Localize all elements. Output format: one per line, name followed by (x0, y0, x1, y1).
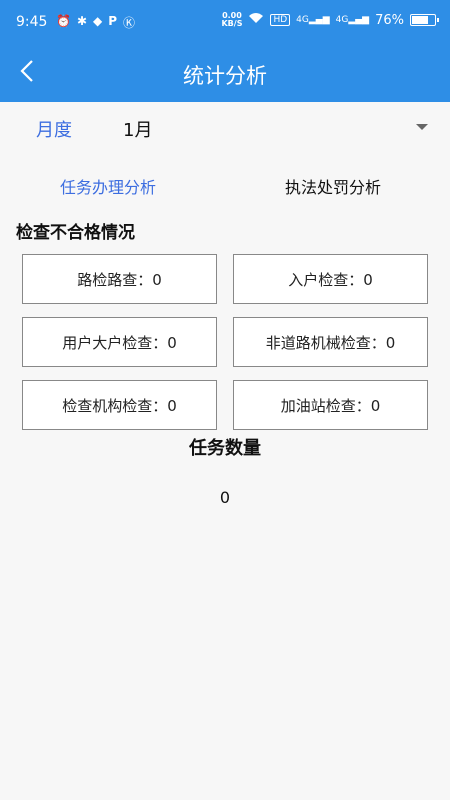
status-bar: 9:45 ⏰ ✱ ◆ P Ⓚ 0.00 KB/S HD 4G▂▄▆ 4G▂▄▆ … (0, 0, 450, 44)
inspection-section-title: 检查不合格情况 (16, 223, 135, 243)
alarm-icon: ⏰ (56, 14, 71, 28)
page-title: 统计分析 (183, 64, 267, 88)
month-selector[interactable]: 月度 1月 (0, 102, 450, 152)
month-value: 1月 (123, 120, 153, 141)
card-household-check: 入户检查：0 (233, 254, 428, 304)
card-inspection-agency-check: 检查机构检查：0 (22, 380, 217, 430)
network-speed: 0.00 KB/S (221, 11, 243, 28)
status-left-icons: ⏰ ✱ ◆ P Ⓚ (56, 14, 135, 31)
card-large-user-check: 用户大户检查：0 (22, 317, 217, 367)
analysis-tabs: 任务办理分析 执法处罚分析 (0, 168, 450, 202)
status-time: 9:45 (16, 14, 48, 30)
bluetooth-icon: ✱ (76, 14, 88, 28)
wifi-icon (248, 12, 264, 28)
tab-law-enforcement-analysis[interactable]: 执法处罚分析 (285, 174, 381, 198)
battery-icon (410, 14, 439, 26)
task-count-value: 0 (219, 488, 231, 507)
nav-bar: 统计分析 (0, 44, 450, 102)
battery-percent: 76% (375, 12, 404, 28)
shield-icon: ◆ (93, 14, 103, 28)
signal-icon-1: 4G▂▄▆ (296, 15, 330, 25)
signal-icon-2: 4G▂▄▆ (335, 15, 370, 25)
parking-app-icon: P (108, 14, 118, 28)
k-app-icon: Ⓚ (123, 16, 136, 30)
card-gas-station-check: 加油站检查：0 (233, 380, 428, 430)
hd-badge: HD (270, 14, 291, 26)
card-nonroad-machinery-check: 非道路机械检查：0 (233, 317, 428, 367)
card-road-check: 路检路查：0 (22, 254, 217, 304)
status-right-area: 0.00 KB/S HD 4G▂▄▆ 4G▂▄▆ 76% (221, 11, 439, 28)
dropdown-arrow-icon (416, 124, 428, 130)
month-label: 月度 (36, 120, 72, 141)
task-count-title: 任务数量 (189, 438, 261, 459)
tab-task-analysis[interactable]: 任务办理分析 (60, 174, 156, 198)
